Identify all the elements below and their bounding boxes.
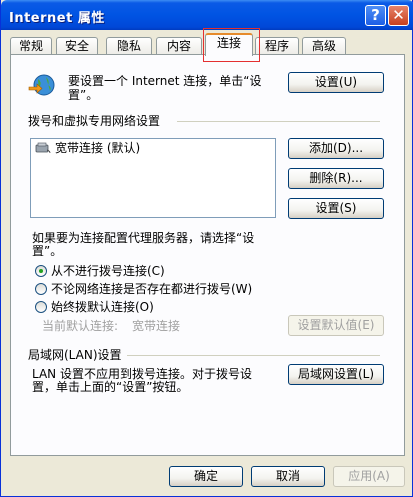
- dialup-connection-icon: [35, 142, 51, 154]
- connection-item-broadband[interactable]: 宽带连接 (默认): [55, 141, 140, 155]
- help-button[interactable]: ?: [365, 5, 386, 26]
- radio-dial-when-no-network[interactable]: [35, 283, 47, 295]
- setup-button[interactable]: 设置(U): [288, 72, 384, 93]
- tab-security[interactable]: 安全: [56, 37, 98, 55]
- connection-settings-button[interactable]: 设置(S): [288, 198, 384, 219]
- internet-properties-window: Internet 属性 ? ✕ 常规 安全 隐私 内容 连接 程序 高级 要设置…: [0, 0, 413, 497]
- cancel-button[interactable]: 取消: [251, 466, 325, 487]
- radio-dial-when-no-network-label[interactable]: 不论网络连接是否存在都进行拨号(W): [51, 282, 252, 296]
- tab-content[interactable]: 内容: [156, 37, 202, 55]
- lan-settings-button[interactable]: 局域网设置(L): [288, 364, 384, 385]
- window-title: Internet 属性: [9, 11, 105, 26]
- apply-button[interactable]: 应用(A): [333, 466, 405, 487]
- proxy-description-line1: 如果要为连接配置代理服务器，请选择“设: [32, 231, 255, 245]
- tab-connections[interactable]: 连接: [205, 33, 253, 56]
- title-bar[interactable]: Internet 属性 ? ✕: [1, 0, 413, 30]
- lan-group-divider: [127, 355, 380, 356]
- remove-connection-button[interactable]: 删除(R)...: [288, 168, 384, 189]
- dialup-group-divider: [177, 121, 380, 122]
- tab-general[interactable]: 常规: [10, 37, 52, 55]
- connections-listbox[interactable]: 宽带连接 (默认): [30, 138, 276, 218]
- add-connection-button[interactable]: 添加(D)...: [288, 138, 384, 159]
- internet-globe-icon: [28, 74, 55, 96]
- lan-description-line1: LAN 设置不应用到拨号连接。对于拨号设: [32, 367, 252, 381]
- close-button[interactable]: ✕: [388, 5, 409, 26]
- tab-advanced[interactable]: 高级: [302, 37, 346, 55]
- setup-description-line2: 置”。: [68, 88, 99, 102]
- dialup-group-label: 拨号和虚拟专用网络设置: [28, 114, 161, 128]
- ok-button[interactable]: 确定: [169, 466, 243, 487]
- tab-programs[interactable]: 程序: [255, 37, 299, 55]
- radio-always-dial-default[interactable]: [35, 301, 47, 313]
- proxy-description-line2: 置”。: [32, 244, 63, 258]
- current-default-label: 当前默认连接:: [42, 319, 119, 333]
- radio-never-dial[interactable]: [35, 265, 47, 277]
- tab-privacy[interactable]: 隐私: [106, 37, 152, 55]
- radio-always-dial-default-label[interactable]: 始终拨默认连接(O): [51, 300, 154, 314]
- current-default-value: 宽带连接: [132, 319, 181, 333]
- setup-description-line1: 要设置一个 Internet 连接，单击“设: [68, 74, 262, 88]
- lan-group-label: 局域网(LAN)设置: [28, 348, 122, 362]
- lan-description-line2: 置，单击上面的“设置”按钮。: [32, 380, 189, 394]
- set-default-button[interactable]: 设置默认值(E): [288, 315, 384, 336]
- tab-strip: 常规 安全 隐私 内容 连接 程序 高级: [10, 33, 406, 56]
- radio-never-dial-label[interactable]: 从不进行拨号连接(C): [51, 264, 165, 278]
